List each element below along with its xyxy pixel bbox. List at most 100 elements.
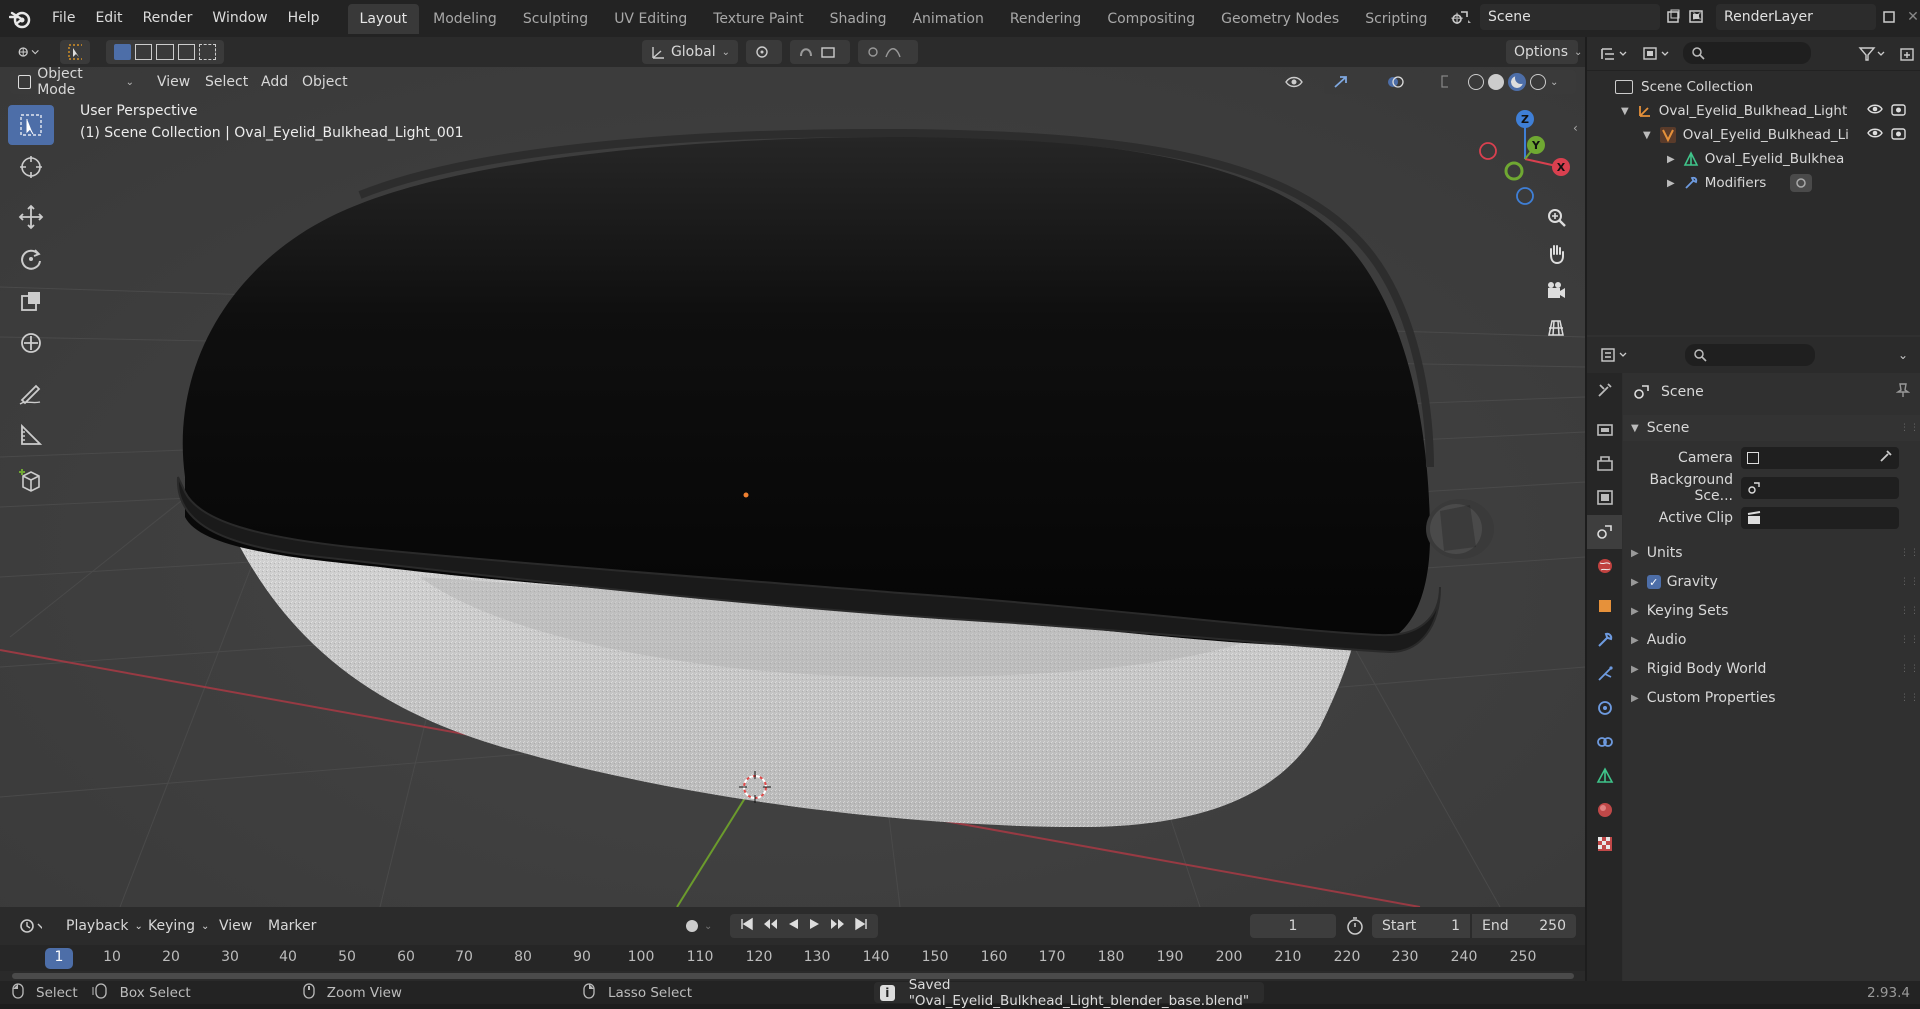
filter-icon[interactable] (1855, 42, 1891, 66)
select-invert-icon[interactable] (177, 44, 195, 60)
select-subtract-icon[interactable] (156, 44, 174, 60)
jump-to-keyframe-prev-icon[interactable] (762, 917, 778, 935)
outliner-row[interactable]: ▼ Oval_Eyelid_Bulkhead_Li (1587, 123, 1920, 147)
rigid-body-world-panel-header[interactable]: ▶ Rigid Body World ⋮⋮ (1623, 656, 1920, 682)
scale-tool[interactable] (8, 281, 54, 321)
stopwatch-icon[interactable] (1346, 917, 1364, 939)
transform-orientation-dropdown[interactable]: Global ⌄ (642, 40, 738, 64)
drag-handle-icon[interactable]: ⋮⋮ (1900, 548, 1919, 558)
rotate-tool[interactable] (8, 239, 54, 279)
menu-help[interactable]: Help (278, 0, 330, 37)
select-tool-header-icon[interactable] (60, 40, 90, 64)
menu-render[interactable]: Render (133, 0, 203, 37)
tab-layout[interactable]: Layout (347, 3, 420, 34)
blender-logo-icon[interactable] (0, 0, 40, 37)
outliner-row[interactable]: ▼ Oval_Eyelid_Bulkhead_Light (1587, 99, 1920, 123)
annotate-tool[interactable] (8, 373, 54, 413)
modifier-tab-icon[interactable] (1587, 623, 1622, 657)
pin-icon[interactable] (1895, 382, 1911, 402)
scene-icon[interactable] (1444, 4, 1480, 30)
cursor-tool[interactable] (8, 147, 54, 187)
drag-handle-icon[interactable]: ⋮⋮ (1900, 635, 1919, 645)
tab-geometry-nodes[interactable]: Geometry Nodes (1209, 4, 1351, 34)
jump-to-start-icon[interactable] (740, 917, 754, 935)
menu-view[interactable]: View (157, 70, 190, 94)
tab-sculpting[interactable]: Sculpting (511, 4, 600, 34)
units-panel-header[interactable]: ▶ Units ⋮⋮ (1623, 540, 1920, 566)
navigation-gizmo[interactable]: Z X Y (1470, 105, 1580, 215)
expand-down-icon[interactable]: ▼ (1643, 130, 1651, 141)
drag-handle-icon[interactable]: ⋮⋮ (1900, 606, 1919, 616)
select-intersect-icon[interactable] (198, 44, 216, 60)
pivot-point-dropdown[interactable] (746, 40, 782, 64)
outliner-editor-type-icon[interactable] (1597, 42, 1633, 66)
snap-toggle[interactable] (790, 40, 850, 64)
menu-object[interactable]: Object (302, 70, 348, 94)
drag-handle-icon[interactable]: ⋮⋮ (1900, 693, 1919, 703)
physics-tab-icon[interactable] (1587, 691, 1622, 725)
options-dropdown[interactable]: Options ⌄ (1506, 40, 1582, 64)
wireframe-shading-icon[interactable] (1468, 74, 1484, 90)
tab-texture-paint[interactable]: Texture Paint (701, 4, 815, 34)
proportional-editing-toggle[interactable] (858, 40, 918, 64)
menu-add[interactable]: Add (261, 70, 288, 94)
material-preview-icon[interactable] (1508, 73, 1526, 91)
neg-z-axis-icon[interactable] (1516, 187, 1534, 205)
transform-tool[interactable] (8, 323, 54, 363)
gravity-checkbox[interactable]: ✓ (1646, 575, 1661, 589)
material-tab-icon[interactable] (1587, 793, 1622, 827)
texture-tab-icon[interactable] (1587, 827, 1622, 861)
xray-toggle[interactable] (1432, 70, 1456, 94)
chevron-left-icon[interactable]: ‹ (1573, 121, 1578, 135)
mode-dropdown[interactable]: Object Mode ⌄ (10, 66, 142, 98)
background-scene-field[interactable] (1741, 477, 1899, 499)
move-tool[interactable] (8, 197, 54, 237)
tool-tab-icon[interactable] (1587, 373, 1622, 407)
gravity-panel-header[interactable]: ▶ ✓ Gravity ⋮⋮ (1623, 569, 1920, 595)
close-layer-icon[interactable]: ✕ (1902, 4, 1920, 30)
render-tab-icon[interactable] (1587, 413, 1622, 447)
eye-icon[interactable] (1867, 102, 1883, 120)
solid-shading-icon[interactable] (1488, 74, 1504, 90)
zoom-icon[interactable] (1538, 200, 1574, 234)
keying-sets-panel-header[interactable]: ▶ Keying Sets ⋮⋮ (1623, 598, 1920, 624)
current-frame-field[interactable]: 1 (1250, 914, 1336, 938)
play-reverse-icon[interactable] (786, 917, 800, 935)
particles-tab-icon[interactable] (1587, 657, 1622, 691)
neg-x-axis-icon[interactable] (1479, 142, 1497, 160)
outliner-search-input[interactable] (1683, 42, 1811, 64)
view-layer-tab-icon[interactable] (1587, 481, 1622, 515)
expand-right-icon[interactable]: ▶ (1667, 154, 1675, 165)
camera-render-icon[interactable] (1891, 102, 1907, 120)
tab-modeling[interactable]: Modeling (421, 4, 509, 34)
outliner-row[interactable]: ▶ Oval_Eyelid_Bulkhea (1587, 147, 1920, 171)
constraints-tab-icon[interactable] (1587, 725, 1622, 759)
drag-handle-icon[interactable]: ⋮⋮ (1900, 664, 1919, 674)
chevron-down-icon[interactable]: ⌄ (1550, 77, 1558, 88)
properties-editor-type-icon[interactable] (1597, 343, 1633, 367)
tab-rendering[interactable]: Rendering (998, 4, 1094, 34)
marker-menu[interactable]: Marker (268, 914, 316, 938)
menu-edit[interactable]: Edit (85, 0, 132, 37)
display-mode-icon[interactable] (1639, 42, 1675, 66)
tab-animation[interactable]: Animation (900, 4, 995, 34)
camera-render-icon[interactable] (1891, 126, 1907, 144)
keying-menu[interactable]: Keying ⌄ (140, 914, 210, 938)
jump-to-end-icon[interactable] (854, 917, 868, 935)
timeline-editor-type-icon[interactable] (10, 914, 50, 938)
scene-panel-header[interactable]: ▼ Scene ⋮⋮ (1623, 415, 1920, 441)
gizmo-toggle[interactable] (1324, 70, 1370, 94)
camera-view-icon[interactable] (1538, 274, 1574, 308)
copy-layer-icon[interactable] (1876, 4, 1902, 30)
jump-to-keyframe-next-icon[interactable] (830, 917, 846, 935)
scene-tab-icon[interactable] (1587, 515, 1622, 549)
auto-keying-toggle[interactable]: ⌄ (678, 914, 724, 938)
modifier-icon[interactable] (1790, 174, 1813, 192)
tab-scripting[interactable]: Scripting (1353, 4, 1439, 34)
tab-compositing[interactable]: Compositing (1095, 4, 1207, 34)
output-tab-icon[interactable] (1587, 447, 1622, 481)
menu-select[interactable]: Select (205, 70, 248, 94)
camera-field[interactable] (1741, 447, 1899, 469)
eyedropper-icon[interactable] (1879, 449, 1893, 467)
view-layer-icon[interactable] (1680, 4, 1716, 30)
